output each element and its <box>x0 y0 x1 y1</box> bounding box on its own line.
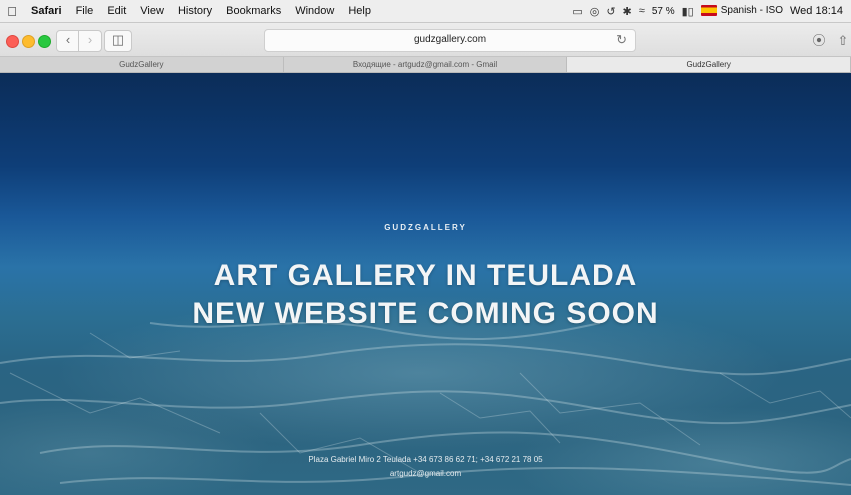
time-machine-icon[interactable]: ↺ <box>606 5 615 18</box>
spain-flag-icon <box>700 5 717 17</box>
tab-gudzgallery-1[interactable]: GudzGallery <box>0 57 284 72</box>
tab-gudzgallery-active[interactable]: GudzGallery <box>567 57 851 72</box>
status-area: ▭ ◎ ↺ ✱ ≈ 57 % ▮▯ Spanish - ISO Wed 18:1… <box>572 5 851 18</box>
accessibility-icon[interactable]: ◎ <box>590 5 600 18</box>
wifi-icon[interactable]: ≈ <box>639 5 645 17</box>
back-button[interactable]: ‹ <box>56 30 80 52</box>
maximize-window-button[interactable] <box>38 35 51 48</box>
menu-bar:  Safari File Edit View History Bookmark… <box>0 0 851 23</box>
clock[interactable]: Wed 18:14 <box>790 5 843 17</box>
airplay-icon[interactable]: ▭ <box>572 5 582 18</box>
share-icon[interactable]: ⇧ <box>832 31 851 50</box>
browser-toolbar: ‹ › ◫ gudzgallery.com ↻ ⦿ ⇧ <box>0 23 851 57</box>
menu-app-name[interactable]: Safari <box>24 5 69 17</box>
footer-address: Plaza Gabriel Miro 2 Teulada +34 673 86 … <box>308 455 543 464</box>
apple-menu-icon[interactable]:  <box>0 4 24 19</box>
menu-bookmarks[interactable]: Bookmarks <box>219 5 288 17</box>
hero-section: GUDZGALLERY ART GALLERY IN TEULADA NEW W… <box>0 73 851 495</box>
battery-icon[interactable]: ▮▯ <box>682 5 694 18</box>
close-window-button[interactable] <box>6 35 19 48</box>
headline-line-2: NEW WEBSITE COMING SOON <box>192 297 659 330</box>
menu-window[interactable]: Window <box>288 5 341 17</box>
tab-gmail-inbox[interactable]: Входящие - artgudz@gmail.com - Gmail <box>284 57 568 72</box>
address-bar[interactable]: gudzgallery.com ↻ <box>264 29 636 52</box>
headline-line-1: ART GALLERY IN TEULADA <box>213 259 638 292</box>
menu-help[interactable]: Help <box>341 5 378 17</box>
forward-button[interactable]: › <box>78 30 102 52</box>
sidebar-toggle-button[interactable]: ◫ <box>104 30 132 52</box>
menu-view[interactable]: View <box>133 5 171 17</box>
chevron-left-icon: ‹ <box>65 32 71 47</box>
site-kicker: GUDZGALLERY <box>384 223 467 232</box>
menu-edit[interactable]: Edit <box>100 5 133 17</box>
url-text: gudzgallery.com <box>413 34 487 45</box>
sidebar-icon: ◫ <box>111 32 125 47</box>
input-source[interactable]: Spanish - ISO <box>700 5 783 17</box>
downloads-icon[interactable]: ⦿ <box>808 31 830 50</box>
input-source-label: Spanish - ISO <box>720 5 783 17</box>
bluetooth-icon[interactable]: ✱ <box>623 5 632 18</box>
minimize-window-button[interactable] <box>22 35 35 48</box>
footer-email[interactable]: artgudz@gmail.com <box>0 469 851 478</box>
menu-file[interactable]: File <box>69 5 101 17</box>
tab-bar: GudzGallery Входящие - artgudz@gmail.com… <box>0 57 851 73</box>
menu-history[interactable]: History <box>171 5 219 17</box>
chevron-right-icon: › <box>87 32 93 47</box>
battery-percent[interactable]: 57 % <box>652 6 675 17</box>
reload-icon[interactable]: ↻ <box>616 32 627 48</box>
